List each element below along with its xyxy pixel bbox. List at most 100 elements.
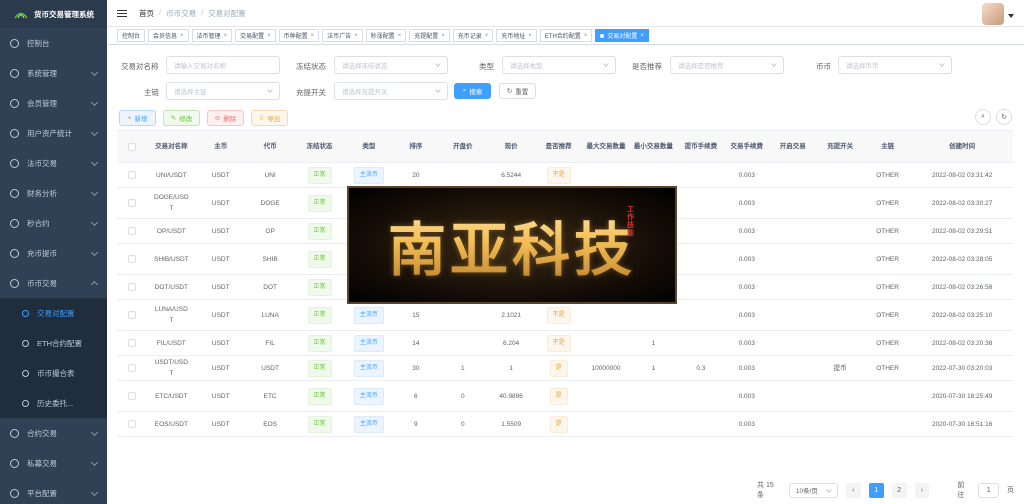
row-checkbox[interactable] <box>127 283 136 291</box>
tag-label: 会员信息 <box>153 34 178 40</box>
table-cell-created: 2022-08-02 03:26:58 <box>911 275 1013 299</box>
tag-member-info[interactable]: 会员信息 × <box>148 29 189 42</box>
sidebar-item-asset-stats[interactable]: 用户资产统计 <box>0 118 107 148</box>
close-icon[interactable]: × <box>180 33 184 39</box>
main-chain-select[interactable]: 请选择主链 <box>166 82 280 100</box>
table-row: ETC/USDT USDT ETC 正常 主流币 6 0 40.9896 是 0.003 2020-… <box>117 381 1013 412</box>
tag-coin-config[interactable]: 币种配置 × <box>278 29 320 42</box>
reset-button[interactable]: ↻ 重置 <box>499 83 536 99</box>
close-icon[interactable]: × <box>267 33 271 39</box>
close-icon[interactable]: × <box>398 33 402 39</box>
tag-trade-config[interactable]: 交易配置 × <box>235 29 276 42</box>
sidebar-subitem-history[interactable]: 历史委托... <box>0 388 107 418</box>
row-checkbox[interactable] <box>127 171 136 179</box>
close-icon[interactable]: × <box>640 33 644 39</box>
tag-pair-config[interactable]: 交易对配置 × <box>595 29 649 42</box>
sidebar-item-label: 会员管理 <box>27 98 57 108</box>
delete-button[interactable]: ⊖ 删除 <box>207 110 244 126</box>
close-icon[interactable]: × <box>584 33 588 39</box>
tag-deposit-records[interactable]: 充币记录 × <box>452 29 494 42</box>
search-button[interactable]: ⌕ 搜索 <box>454 83 491 99</box>
sidebar-subitem-eth-contract[interactable]: ETH合约配置 <box>0 328 107 358</box>
row-checkbox[interactable] <box>127 420 136 428</box>
row-checkbox[interactable] <box>127 364 136 372</box>
coin-select[interactable]: 请选择币币 <box>838 56 952 74</box>
close-icon[interactable]: × <box>528 33 532 39</box>
column-header: 最小交易数量 <box>633 143 673 150</box>
sidebar-item-fiat[interactable]: 法币交易 <box>0 148 107 178</box>
row-checkbox[interactable] <box>127 227 136 235</box>
tag-fiat[interactable]: 法币管理 × <box>191 29 233 42</box>
tag-second-config[interactable]: 秒涨配置 × <box>365 29 407 42</box>
sidebar-item-members[interactable]: 会员管理 <box>0 88 107 118</box>
page-button-2[interactable]: 2 <box>891 482 907 498</box>
sidebar-subitem-matching[interactable]: 币币撮合表 <box>0 358 107 388</box>
sidebar-subitem-pair-config[interactable]: 交易对配置 <box>0 298 107 328</box>
sidebar-item-coin-trading[interactable]: 币币交易 <box>0 268 107 298</box>
pair-name-input[interactable]: 请输入交易对名称 <box>166 56 280 74</box>
export-button[interactable]: ⇩ 导出 <box>251 110 288 126</box>
refresh-button[interactable]: ↻ <box>996 109 1012 125</box>
column-header: 现价 <box>504 143 518 150</box>
caret-down-icon[interactable] <box>1008 14 1014 18</box>
close-icon[interactable]: × <box>224 33 228 39</box>
status-select[interactable]: 请选择冻结状态 <box>334 56 448 74</box>
table-cell-main: USDT <box>196 356 245 380</box>
sidebar-item-platform-config[interactable]: 平台配置 <box>0 478 107 504</box>
tag-deposit-config[interactable]: 充提配置 × <box>409 29 450 42</box>
close-icon[interactable]: × <box>485 33 489 39</box>
cell-text: FIL/USDT <box>156 339 186 347</box>
select-all-cell <box>117 131 147 162</box>
sidebar-item-system[interactable]: 系统管理 <box>0 58 107 88</box>
sidebar-item-deposit-withdraw[interactable]: 充币提币 <box>0 238 107 268</box>
breadcrumb-coin-trading: 币币交易 <box>166 8 197 18</box>
sidebar-item-private-placement[interactable]: 私募交易 <box>0 448 107 478</box>
sidebar-item-dashboard[interactable]: 控制台 <box>0 28 107 58</box>
close-icon[interactable]: × <box>354 33 358 39</box>
chevron-down-icon <box>435 61 441 67</box>
row-checkbox[interactable] <box>127 199 136 207</box>
tag-fiat-ads[interactable]: 法币广告 × <box>322 29 363 42</box>
row-checkbox[interactable] <box>127 392 136 400</box>
cell-text: 0 <box>460 392 465 400</box>
gear-icon <box>10 428 19 438</box>
select-all-checkbox[interactable] <box>127 142 136 151</box>
coin-placeholder: 请选择币币 <box>846 63 879 70</box>
sidebar-item-finance[interactable]: 财务分析 <box>0 178 107 208</box>
edit-icon: ✎ <box>170 115 177 122</box>
row-checkbox[interactable] <box>127 339 136 347</box>
next-page-button[interactable]: › <box>914 482 930 498</box>
close-icon[interactable]: × <box>441 33 445 39</box>
row-checkbox[interactable] <box>127 311 136 319</box>
tag-dashboard[interactable]: 控制台 <box>117 29 146 42</box>
table-cell-min <box>630 300 677 330</box>
goto-page-input[interactable]: 1 <box>978 482 1000 498</box>
sidebar-item-second-contract[interactable]: 秒合约 <box>0 208 107 238</box>
page-button-1[interactable]: 1 <box>868 482 884 498</box>
brand[interactable]: 货币交易管理系统 <box>0 0 107 28</box>
table-cell-max <box>582 163 629 187</box>
breadcrumb-home[interactable]: 首页 <box>139 8 154 19</box>
deposit-switch-select[interactable]: 请选择充提开关 <box>334 82 448 100</box>
avatar[interactable] <box>982 3 1004 25</box>
table-cell-open <box>438 163 487 187</box>
search-toggle-button[interactable]: ⌕ <box>975 109 991 125</box>
prev-page-button[interactable]: ‹ <box>845 482 861 498</box>
cell-text: USDT <box>211 199 230 207</box>
hamburger-icon[interactable] <box>117 9 127 17</box>
recommend-select[interactable]: 请选择是否推荐 <box>670 56 784 74</box>
tag-eth-contract[interactable]: ETH合约配置 × <box>539 29 593 42</box>
tag-deposit-address[interactable]: 充币地址 × <box>496 29 537 42</box>
close-icon[interactable]: × <box>311 33 315 39</box>
table-row: EOS/USDT USDT EOS 正常 主流币 9 0 1.5509 是 0.003 2020-0… <box>117 412 1013 437</box>
cell-text: ETC <box>263 392 277 400</box>
row-checkbox[interactable] <box>127 255 136 263</box>
edit-button[interactable]: ✎ 修改 <box>163 110 200 126</box>
type-select[interactable]: 请选择类型 <box>502 56 616 74</box>
table-cell-status: 正常 <box>295 219 344 243</box>
add-button[interactable]: + 新增 <box>119 110 156 126</box>
sidebar-item-contract-trading[interactable]: 合约交易 <box>0 418 107 448</box>
cell-text: 2022-08-02 03:29:51 <box>931 227 993 235</box>
table-cell-tfee: 0.003 <box>725 300 769 330</box>
page-size-select[interactable]: 10条/页 <box>788 482 838 498</box>
